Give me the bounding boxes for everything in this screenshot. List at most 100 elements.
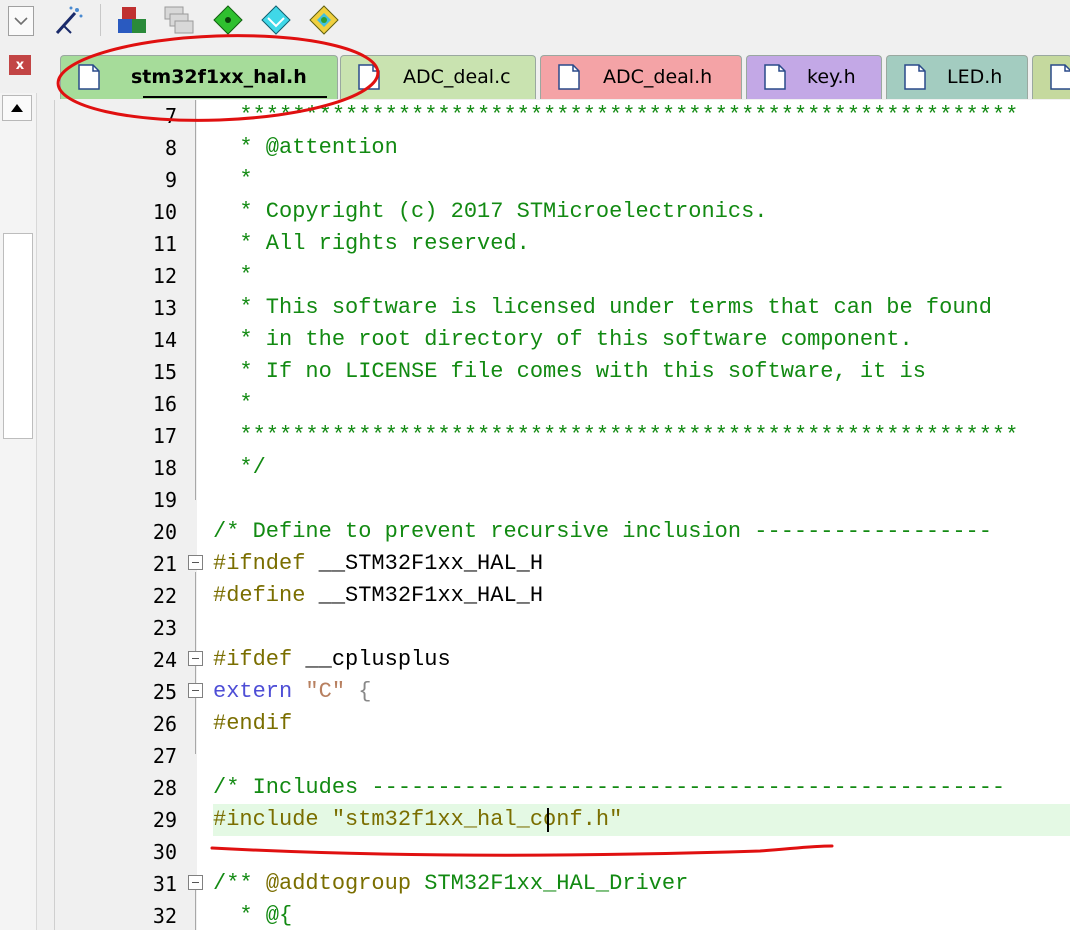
code-line[interactable]: 18 */ bbox=[55, 452, 1070, 484]
code-text: #ifdef __cplusplus bbox=[213, 647, 451, 672]
multi-diamond-icon[interactable] bbox=[306, 2, 342, 38]
tab-partial[interactable] bbox=[1032, 55, 1070, 99]
code-line[interactable]: 28 /* Includes --------------------------… bbox=[55, 772, 1070, 804]
chevron-down-icon[interactable] bbox=[8, 6, 34, 36]
code-line[interactable]: 32 * @{ bbox=[55, 900, 1070, 930]
code-text: ****************************************… bbox=[213, 103, 1019, 128]
fold-toggle-icon[interactable] bbox=[188, 555, 203, 570]
code-text: /* Define to prevent recursive inclusion… bbox=[213, 519, 992, 544]
code-text: * @attention bbox=[213, 135, 398, 160]
code-text: */ bbox=[213, 455, 266, 480]
code-line[interactable]: 26 #endif bbox=[55, 708, 1070, 740]
scroll-up-icon[interactable] bbox=[2, 95, 32, 121]
active-tab-underline bbox=[143, 96, 327, 98]
code-line[interactable]: 31 /** @addtogroup STM32F1xx_HAL_Driver bbox=[55, 868, 1070, 900]
line-number: 9 bbox=[164, 168, 177, 192]
tab-led-h[interactable]: LED.h bbox=[886, 55, 1028, 99]
code-text: * This software is licensed under terms … bbox=[213, 295, 992, 320]
line-number: 13 bbox=[152, 296, 177, 320]
code-line[interactable]: 7 **************************************… bbox=[55, 100, 1070, 132]
code-line[interactable]: 8 * @attention bbox=[55, 132, 1070, 164]
code-line[interactable]: 13 * This software is licensed under ter… bbox=[55, 292, 1070, 324]
tab-label: LED.h bbox=[947, 66, 1003, 88]
code-line[interactable]: 19 bbox=[55, 484, 1070, 516]
line-number: 16 bbox=[152, 392, 177, 416]
document-icon bbox=[78, 64, 100, 90]
code-line[interactable]: 24 #ifdef __cplusplus bbox=[55, 644, 1070, 676]
tab-stm32f1xx-hal-h[interactable]: stm32f1xx_hal.h bbox=[60, 55, 338, 99]
code-text: #define __STM32F1xx_HAL_H bbox=[213, 583, 544, 608]
tab-label: ADC_deal.c bbox=[403, 66, 511, 88]
tab-bar: stm32f1xx_hal.h ADC_deal.c ADC_deal.h ke… bbox=[40, 45, 1070, 100]
code-line[interactable]: 12 * bbox=[55, 260, 1070, 292]
line-number: 28 bbox=[152, 776, 177, 800]
line-number: 20 bbox=[152, 520, 177, 544]
code-line[interactable]: 22 #define __STM32F1xx_HAL_H bbox=[55, 580, 1070, 612]
line-number: 25 bbox=[152, 680, 177, 704]
fold-toggle-icon[interactable] bbox=[188, 875, 203, 890]
code-line[interactable]: 30 bbox=[55, 836, 1070, 868]
code-text: * bbox=[213, 391, 253, 416]
stack-icon[interactable] bbox=[160, 2, 196, 38]
code-editor[interactable]: 7 **************************************… bbox=[54, 100, 1070, 930]
line-number: 18 bbox=[152, 456, 177, 480]
code-line[interactable]: 27 bbox=[55, 740, 1070, 772]
line-number: 27 bbox=[152, 744, 177, 768]
code-line[interactable]: 15 * If no LICENSE file comes with this … bbox=[55, 356, 1070, 388]
load-icon[interactable] bbox=[114, 2, 150, 38]
code-line[interactable]: 17 *************************************… bbox=[55, 420, 1070, 452]
line-number: 26 bbox=[152, 712, 177, 736]
tab-adc-deal-h[interactable]: ADC_deal.h bbox=[540, 55, 742, 99]
scroll-thumb[interactable] bbox=[3, 233, 33, 439]
code-text: /** @addtogroup STM32F1xx_HAL_Driver bbox=[213, 871, 689, 896]
document-icon bbox=[764, 64, 786, 90]
code-line[interactable]: 25 extern "C" { bbox=[55, 676, 1070, 708]
line-number: 10 bbox=[152, 200, 177, 224]
fold-toggle-icon[interactable] bbox=[188, 651, 203, 666]
code-line[interactable]: 16 * bbox=[55, 388, 1070, 420]
line-number: 32 bbox=[152, 904, 177, 928]
code-text: * bbox=[213, 167, 253, 192]
code-line[interactable]: 29 #include "stm32f1xx_hal_conf.h" bbox=[153, 804, 1070, 836]
code-text: * If no LICENSE file comes with this sof… bbox=[213, 359, 926, 384]
code-text: * bbox=[213, 263, 253, 288]
tab-label: stm32f1xx_hal.h bbox=[131, 66, 307, 88]
line-number: 31 bbox=[152, 872, 177, 896]
code-line[interactable]: 14 * in the root directory of this softw… bbox=[55, 324, 1070, 356]
code-line[interactable]: 21 #ifndef __STM32F1xx_HAL_H bbox=[55, 548, 1070, 580]
code-text: * Copyright (c) 2017 STMicroelectronics. bbox=[213, 199, 768, 224]
cyan-diamond-icon[interactable] bbox=[258, 2, 294, 38]
code-text: #endif bbox=[213, 711, 293, 736]
code-line[interactable]: 20 /* Define to prevent recursive inclusi… bbox=[55, 516, 1070, 548]
document-icon bbox=[1050, 64, 1070, 90]
line-number: 30 bbox=[152, 840, 177, 864]
code-text: ****************************************… bbox=[213, 423, 1019, 448]
code-text: * @{ bbox=[213, 903, 293, 928]
fold-toggle-icon[interactable] bbox=[188, 683, 203, 698]
line-number: 11 bbox=[152, 232, 177, 256]
line-number: 23 bbox=[152, 616, 177, 640]
code-text: #include "stm32f1xx_hal_conf.h" bbox=[213, 807, 623, 832]
code-line[interactable]: 9 * bbox=[55, 164, 1070, 196]
tab-adc-deal-c[interactable]: ADC_deal.c bbox=[340, 55, 536, 99]
vertical-scrollbar[interactable] bbox=[0, 93, 37, 930]
green-diamond-icon[interactable] bbox=[210, 2, 246, 38]
code-text: extern "C" { bbox=[213, 679, 372, 704]
left-panel: x bbox=[0, 45, 40, 930]
toolbar bbox=[0, 0, 1070, 45]
code-line[interactable]: 10 * Copyright (c) 2017 STMicroelectroni… bbox=[55, 196, 1070, 228]
code-line[interactable]: 11 * All rights reserved. bbox=[55, 228, 1070, 260]
line-number: 21 bbox=[152, 552, 177, 576]
code-text: * in the root directory of this software… bbox=[213, 327, 913, 352]
line-number: 12 bbox=[152, 264, 177, 288]
close-icon[interactable]: x bbox=[9, 55, 31, 75]
tab-key-h[interactable]: key.h bbox=[746, 55, 882, 99]
line-number: 24 bbox=[152, 648, 177, 672]
text-cursor bbox=[547, 808, 549, 832]
document-icon bbox=[904, 64, 926, 90]
line-number: 14 bbox=[152, 328, 177, 352]
magic-wand-icon[interactable] bbox=[50, 2, 86, 38]
line-number: 19 bbox=[152, 488, 177, 512]
code-line[interactable]: 23 bbox=[55, 612, 1070, 644]
line-number: 22 bbox=[152, 584, 177, 608]
